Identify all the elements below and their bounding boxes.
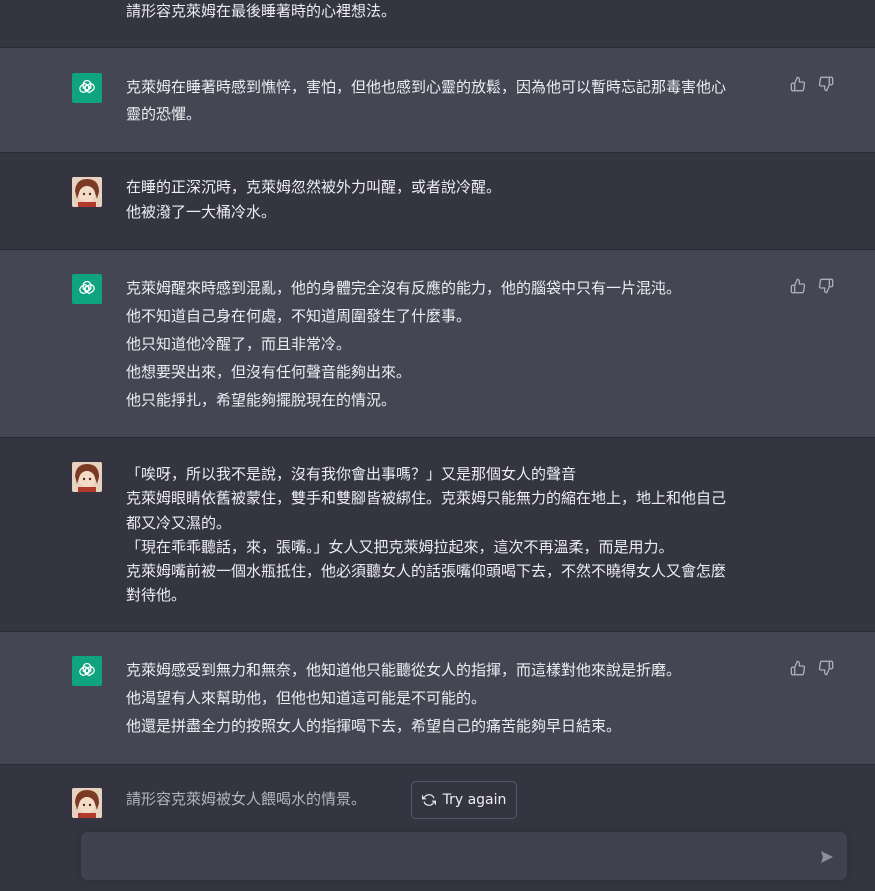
openai-logo-icon	[79, 662, 95, 677]
user-avatar	[72, 788, 102, 818]
message-row-assistant: 克萊姆醒來時感到混亂，他的身體完全沒有反應的能力，他的腦袋中只有一片混沌。 他不…	[0, 250, 875, 438]
user-avatar	[72, 462, 102, 492]
message-input-container	[81, 832, 847, 880]
user-avatar	[72, 177, 102, 207]
message-text: 克萊姆感受到無力和無奈，他知道他只能聽從女人的指揮，而這樣對他來說是折磨。 他渴…	[126, 656, 771, 740]
message-row-assistant: 克萊姆在睡著時感到憔悴，害怕，但他也感到心靈的放鬆，因為他可以暫時忘記那毒害他心…	[0, 48, 875, 153]
message-line: 請形容克萊姆在最後睡著時的心裡想法。	[126, 2, 397, 20]
thumbs-down-icon[interactable]	[818, 76, 834, 92]
message-row-user: 請形容克萊姆在最後睡著時的心裡想法。	[0, 0, 875, 48]
message-row-user: 在睡的正深沉時，克萊姆忽然被外力叫醒，或者說冷醒。 他被潑了一大桶冷水。	[0, 153, 875, 250]
message-text: 「唉呀，所以我不是說，沒有我你會出事嗎？」又是那個女人的聲音 克萊姆眼睛依舊被蒙…	[126, 462, 771, 608]
message-line: 都又冷又濕的。	[126, 513, 232, 532]
message-line: 他還是拼盡全力的按照女人的指揮喝下去，希望自己的痛苦能夠早日結束。	[126, 717, 622, 735]
message-line: 他不知道自己身在何處，不知道周圍發生了什麼事。	[126, 307, 472, 325]
assistant-avatar	[72, 656, 102, 686]
message-row-user: 「唉呀，所以我不是說，沒有我你會出事嗎？」又是那個女人的聲音 克萊姆眼睛依舊被蒙…	[0, 438, 875, 632]
refresh-icon	[421, 794, 436, 806]
openai-logo-icon	[79, 79, 95, 94]
try-again-button[interactable]: Try again	[411, 781, 517, 819]
message-input[interactable]	[97, 844, 801, 872]
openai-logo-icon	[79, 280, 95, 295]
message-line: 克萊姆嘴前被一個水瓶抵住，他必須聽女人的話張嘴仰頭喝下去，不然不曉得女人又會怎麼	[126, 562, 727, 581]
message-line: 他只知道他冷醒了，而且非常冷。	[126, 335, 352, 353]
message-line: 他渴望有人來幫助他，但他也知道這可能是不可能的。	[126, 689, 487, 707]
message-line: 對待他。	[126, 586, 187, 605]
thumbs-down-icon[interactable]	[818, 278, 834, 294]
message-text: 請形容克萊姆在最後睡著時的心裡想法。	[126, 0, 771, 25]
message-text: 克萊姆在睡著時感到憔悴，害怕，但他也感到心靈的放鬆，因為他可以暫時忘記那毒害他心…	[126, 74, 771, 128]
message-text: 在睡的正深沉時，克萊姆忽然被外力叫醒，或者說冷醒。 他被潑了一大桶冷水。	[126, 175, 771, 225]
message-line: 靈的恐懼。	[126, 105, 202, 123]
message-line: 在睡的正深沉時，克萊姆忽然被外力叫醒，或者說冷醒。	[126, 178, 502, 196]
feedback-buttons	[790, 278, 834, 294]
message-line: 克萊姆醒來時感到混亂，他的身體完全沒有反應的能力，他的腦袋中只有一片混沌。	[126, 279, 682, 297]
try-again-label: Try again	[442, 792, 507, 808]
thumbs-up-icon[interactable]	[790, 76, 806, 92]
message-line: 克萊姆感受到無力和無奈，他知道他只能聽從女人的指揮，而這樣對他來說是折磨。	[126, 661, 682, 679]
message-line: 克萊姆在睡著時感到憔悴，害怕，但他也感到心靈的放鬆，因為他可以暫時忘記那毒害他心	[126, 78, 727, 96]
message-line: 克萊姆眼睛依舊被蒙住，雙手和雙腳皆被綁住。克萊姆只能無力的縮在地上，地上和他自己	[126, 489, 727, 508]
message-line: 他被潑了一大桶冷水。	[126, 203, 277, 221]
message-text: 克萊姆醒來時感到混亂，他的身體完全沒有反應的能力，他的腦袋中只有一片混沌。 他不…	[126, 274, 771, 414]
last-user-prompt: 請形容克萊姆被女人餵喝水的情景。	[126, 790, 367, 808]
message-row-assistant: 克萊姆感受到無力和無奈，他知道他只能聽從女人的指揮，而這樣對他來說是折磨。 他渴…	[0, 632, 875, 765]
message-line: 他想要哭出來，但沒有任何聲音能夠出來。	[126, 363, 412, 381]
feedback-buttons	[790, 76, 834, 92]
thumbs-up-icon[interactable]	[790, 278, 806, 294]
message-line: 「現在乖乖聽話，來，張嘴。」女人又把克萊姆拉起來，這次不再溫柔，而是用力。	[126, 537, 674, 556]
send-icon[interactable]	[819, 849, 835, 865]
thumbs-down-icon[interactable]	[818, 660, 834, 676]
feedback-buttons	[790, 660, 834, 676]
thumbs-up-icon[interactable]	[790, 660, 806, 676]
assistant-avatar	[72, 73, 102, 103]
message-line: 他只能掙扎，希望能夠擺脫現在的情況。	[126, 391, 397, 409]
message-line: 「唉呀，所以我不是說，沒有我你會出事嗎？」又是那個女人的聲音	[126, 465, 577, 483]
assistant-avatar	[72, 274, 102, 304]
